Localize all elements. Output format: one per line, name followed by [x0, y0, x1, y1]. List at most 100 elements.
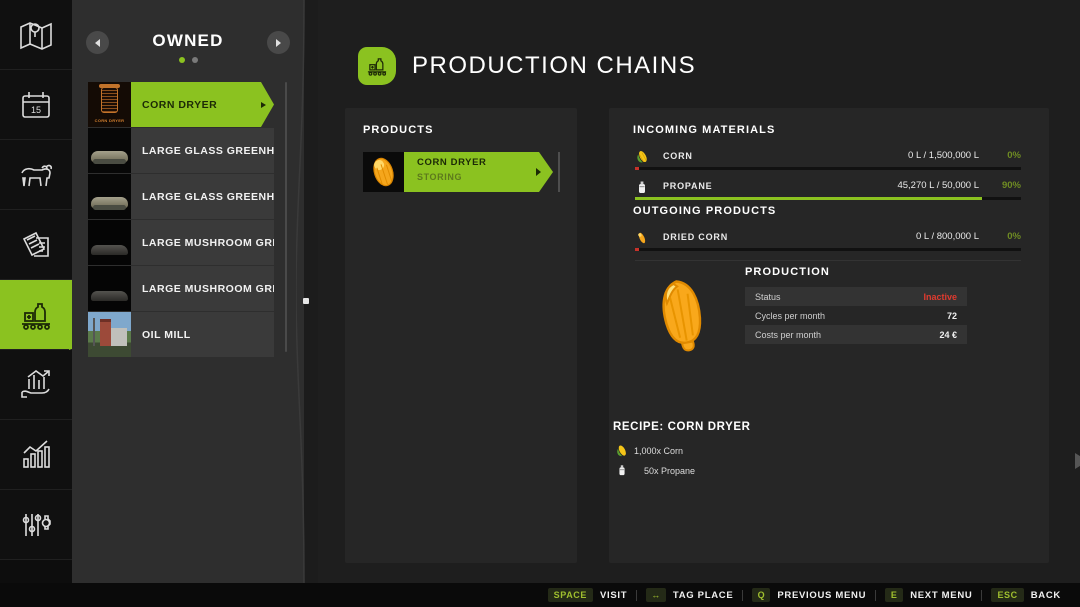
products-scrollbar[interactable]	[558, 152, 560, 192]
products-card-title: PRODUCTS	[363, 124, 434, 136]
page-dot[interactable]	[178, 57, 185, 63]
sidebar-rail: 15	[0, 0, 78, 583]
list-item-label: LARGE MUSHROOM GREEN...	[142, 282, 274, 295]
factory-icon	[16, 295, 56, 335]
help-key: ESC	[991, 588, 1024, 602]
list-item[interactable]: LARGE MUSHROOM GREEN...	[88, 266, 274, 311]
help-item[interactable]: Q PREVIOUS MENU	[743, 588, 875, 602]
help-item[interactable]: E NEXT MENU	[876, 588, 981, 602]
outgoing-products-title: OUTGOING PRODUCTS	[633, 205, 777, 217]
material-progress-bar	[635, 248, 1021, 251]
progress-fill	[635, 197, 983, 200]
sidebar-item-settings[interactable]	[0, 490, 72, 560]
status-badge: Inactive	[923, 291, 957, 302]
material-name: PROPANE	[663, 181, 713, 191]
help-item[interactable]: SPACE VISIT	[539, 588, 637, 602]
sidebar-item-map[interactable]	[0, 0, 72, 70]
cow-icon	[16, 155, 56, 195]
arrow-right-icon	[1075, 453, 1080, 469]
owned-list-scrollbar[interactable]	[285, 82, 287, 352]
material-percent: 90%	[1001, 180, 1021, 191]
sidebar-item-finances[interactable]	[0, 350, 72, 420]
incoming-materials-title: INCOMING MATERIALS	[633, 124, 776, 136]
recipe-title: RECIPE: CORN DRYER	[613, 421, 751, 433]
product-row-body: CORN DRYER STORING	[404, 152, 553, 192]
list-item-label: LARGE GLASS GREENHOUSE	[142, 190, 274, 203]
help-label: BACK	[1030, 589, 1061, 601]
production-chains-screen: 15 OWNED CORN DRYER CORN DRYER LARGE GLA…	[0, 0, 1080, 607]
page-dots	[72, 57, 304, 63]
propane-icon	[616, 463, 629, 477]
production-title: PRODUCTION	[745, 266, 830, 278]
help-bar: SPACE VISIT ↔ TAG PLACE Q PREVIOUS MENU E NEXT …	[0, 583, 1080, 607]
section-divider	[635, 260, 1021, 261]
help-key: SPACE	[547, 588, 594, 602]
production-row-value: 72	[946, 310, 957, 321]
list-item-thumbnail	[88, 174, 131, 219]
material-amount: 45,270 L / 50,000 L	[897, 180, 979, 191]
production-row-costs: Costs per month 24 €	[745, 325, 967, 344]
list-item[interactable]: CORN DRYER CORN DRYER	[88, 82, 274, 127]
list-item-thumbnail	[88, 220, 131, 265]
corn-icon	[615, 444, 628, 458]
divider-handle-icon	[303, 298, 309, 304]
product-row-corn-dryer[interactable]: CORN DRYER STORING	[363, 152, 553, 192]
sidebar-item-production[interactable]	[0, 280, 78, 350]
material-row-dried-corn: DRIED CORN 0 L / 800,000 L 0%	[635, 229, 1021, 259]
material-name: DRIED CORN	[663, 232, 729, 242]
list-item-thumbnail	[88, 128, 131, 173]
production-row-value: 24 €	[939, 329, 957, 340]
sidebar-item-animals[interactable]	[0, 140, 72, 210]
production-row-key: Cycles per month	[755, 310, 826, 321]
help-label: VISIT	[600, 589, 628, 601]
next-category-button[interactable]	[267, 31, 290, 54]
chevron-right-icon	[276, 38, 281, 47]
list-item[interactable]: OIL MILL	[88, 312, 274, 357]
list-item-thumbnail	[88, 266, 131, 311]
help-item[interactable]: ESC BACK	[982, 588, 1070, 602]
sidebar-item-contracts[interactable]	[0, 210, 72, 280]
help-label: TAG PLACE	[672, 589, 734, 601]
products-card: PRODUCTS CORN DRYER STORING	[345, 108, 577, 563]
production-box: PRODUCTION Status Inactive Cycles per mo…	[745, 266, 967, 344]
page-dot[interactable]	[191, 57, 198, 63]
list-item-thumbnail: CORN DRYER	[88, 82, 131, 127]
material-row-propane: PROPANE 45,270 L / 50,000 L 90%	[635, 178, 1021, 208]
calendar-icon: 15	[16, 85, 56, 125]
help-key: E	[885, 588, 904, 602]
panel-divider[interactable]	[296, 0, 318, 583]
product-state: STORING	[417, 172, 463, 182]
recipe-input-corn: 1,000x Corn	[634, 446, 684, 456]
dried-corn-icon	[635, 231, 649, 245]
list-item-label: LARGE GLASS GREENHOUSE	[142, 144, 274, 157]
help-item[interactable]: ↔ TAG PLACE	[637, 588, 742, 602]
list-item[interactable]: LARGE MUSHROOM GREEN...	[88, 220, 274, 265]
recipe-input-propane: 50x Propane	[644, 466, 696, 476]
svg-text:15: 15	[31, 105, 41, 115]
owned-list-rows: CORN DRYERCORN DRYER LARGE GLASS GREENHOU…	[88, 82, 274, 358]
list-item-label: CORN DRYER	[131, 82, 274, 127]
page-title: PRODUCTION CHAINS	[412, 52, 697, 79]
material-amount: 0 L / 1,500,000 L	[908, 150, 979, 161]
sidebar-item-statistics[interactable]	[0, 420, 72, 490]
material-percent: 0%	[1007, 231, 1021, 242]
material-percent: 0%	[1007, 150, 1021, 161]
help-label: NEXT MENU	[910, 589, 973, 601]
details-card: INCOMING MATERIALS CORN 0 L / 1,500,000 …	[609, 108, 1080, 563]
list-item[interactable]: LARGE GLASS GREENHOUSE	[88, 128, 274, 173]
list-item[interactable]: LARGE GLASS GREENHOUSE	[88, 174, 274, 219]
production-row-cycles: Cycles per month 72	[745, 306, 967, 325]
empty-marker	[635, 248, 639, 251]
map-icon	[16, 15, 56, 55]
sidebar-item-calendar[interactable]: 15	[0, 70, 72, 140]
empty-marker	[635, 167, 639, 170]
help-label: PREVIOUS MENU	[777, 589, 867, 601]
factory-icon	[358, 47, 396, 85]
production-row-status: Status Inactive	[745, 287, 967, 306]
material-name: CORN	[663, 151, 693, 161]
bar-chart-icon	[16, 435, 56, 475]
production-row-key: Costs per month	[755, 329, 822, 340]
main-content: PRODUCTION CHAINS PRODUCTS CORN DRYER ST…	[318, 0, 1080, 583]
help-key: Q	[752, 588, 771, 602]
owned-list-header: OWNED	[72, 0, 304, 78]
